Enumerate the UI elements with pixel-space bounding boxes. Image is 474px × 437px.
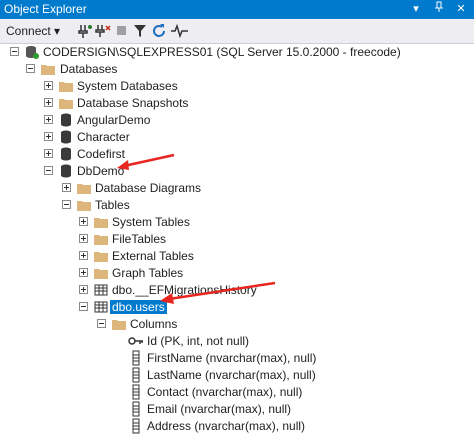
expand-icon[interactable] [79, 268, 88, 277]
tree-node-column-contact[interactable]: Contact (nvarchar(max), null) [0, 384, 474, 400]
tree-node-column-lastname[interactable]: LastName (nvarchar(max), null) [0, 367, 474, 383]
tree-node-column-id[interactable]: Id (PK, int, not null) [0, 333, 474, 349]
tree-node-label: Id (PK, int, not null) [147, 334, 250, 348]
annotation-arrow-dbdemo [117, 153, 175, 170]
tree-node-label: LastName (nvarchar(max), null) [147, 368, 316, 382]
tree-node-character[interactable]: Character [0, 129, 474, 145]
folder-icon [40, 61, 56, 77]
disconnect-icon[interactable] [94, 22, 112, 40]
tree-node-external-tables[interactable]: External Tables [0, 248, 474, 264]
annotation-arrow-dbo-users [160, 281, 276, 304]
title-bar: Object Explorer ▾ ✕ [0, 0, 474, 19]
server-icon [24, 44, 40, 60]
tree-node-column-firstname[interactable]: FirstName (nvarchar(max), null) [0, 350, 474, 366]
pin-icon[interactable] [432, 1, 446, 17]
stop-icon[interactable] [113, 22, 131, 40]
expand-icon[interactable] [79, 217, 88, 226]
folder-icon [76, 197, 92, 213]
column-icon [128, 418, 144, 434]
tree-node-angulardemo[interactable]: AngularDemo [0, 112, 474, 128]
column-icon [128, 350, 144, 366]
collapse-icon[interactable] [44, 166, 53, 175]
folder-icon [58, 95, 74, 111]
tree-node-column-address[interactable]: Address (nvarchar(max), null) [0, 406, 474, 434]
expand-icon[interactable] [62, 183, 71, 192]
tree-node-system-databases[interactable]: System Databases [0, 78, 474, 94]
table-icon [93, 299, 109, 315]
folder-icon [111, 316, 127, 332]
tree-node-label: Contact (nvarchar(max), null) [147, 385, 303, 399]
tree-node-label: System Tables [112, 215, 190, 229]
dropdown-icon[interactable]: ▾ [409, 1, 423, 17]
column-icon [128, 367, 144, 383]
expand-icon[interactable] [79, 251, 88, 260]
folder-icon [93, 265, 109, 281]
collapse-icon[interactable] [10, 47, 19, 56]
tree-node-graph-tables[interactable]: Graph Tables [0, 265, 474, 281]
tree-node-codefirst[interactable]: Codefirst [0, 146, 474, 162]
refresh-icon[interactable] [150, 22, 168, 40]
object-explorer-tree: CODERSIGN\SQLEXPRESS01 (SQL Server 15.0.… [0, 44, 474, 434]
tree-node-label: CODERSIGN\SQLEXPRESS01 (SQL Server 15.0.… [43, 45, 401, 59]
expand-icon[interactable] [44, 98, 53, 107]
tree-node-databases[interactable]: Databases [0, 61, 474, 77]
tree-node-database-snapshots[interactable]: Database Snapshots [0, 95, 474, 111]
expand-icon[interactable] [44, 81, 53, 90]
expand-icon[interactable] [44, 132, 53, 141]
connect-icon[interactable] [76, 22, 94, 40]
folder-icon [93, 231, 109, 247]
database-icon [58, 112, 74, 128]
collapse-icon[interactable] [97, 319, 106, 328]
tree-node-tables[interactable]: Tables [0, 197, 474, 213]
collapse-icon[interactable] [62, 200, 71, 209]
folder-icon [93, 248, 109, 264]
expand-icon[interactable] [44, 149, 53, 158]
tree-node-label: Databases [60, 62, 118, 76]
tree-node-label: Graph Tables [112, 266, 184, 280]
expand-icon[interactable] [79, 234, 88, 243]
expand-icon[interactable] [79, 285, 88, 294]
tree-node-filetables[interactable]: FileTables [0, 231, 474, 247]
collapse-icon[interactable] [79, 302, 88, 311]
tree-node-columns[interactable]: Columns [0, 316, 474, 332]
table-icon [93, 282, 109, 298]
tree-node-label: FirstName (nvarchar(max), null) [147, 351, 317, 365]
tree-node-label: AngularDemo [77, 113, 151, 127]
tree-node-label: Columns [130, 317, 178, 331]
tree-node-dbdemo[interactable]: DbDemo [0, 163, 474, 179]
close-icon[interactable]: ✕ [454, 1, 468, 17]
database-icon [58, 163, 74, 179]
folder-icon [76, 180, 92, 196]
expand-icon[interactable] [44, 115, 53, 124]
tree-node-label: External Tables [112, 249, 194, 263]
folder-icon [93, 214, 109, 230]
tree-node-label: Database Diagrams [95, 181, 202, 195]
connect-button[interactable]: Connect ▾ [6, 22, 60, 40]
folder-icon [58, 78, 74, 94]
tree-node-label: Address (nvarchar(max), null) [147, 419, 306, 433]
panel-title: Object Explorer [4, 2, 87, 16]
tree-node-label: System Databases [77, 79, 178, 93]
tree-node-server[interactable]: CODERSIGN\SQLEXPRESS01 (SQL Server 15.0.… [0, 44, 474, 60]
database-icon [58, 146, 74, 162]
tree-node-label: FileTables [112, 232, 167, 246]
tree-node-label: Tables [95, 198, 130, 212]
tree-node-system-tables[interactable]: System Tables [0, 214, 474, 230]
collapse-icon[interactable] [26, 64, 35, 73]
tree-node-database-diagrams[interactable]: Database Diagrams [0, 180, 474, 196]
filter-icon[interactable] [131, 22, 149, 40]
tree-node-label: Database Snapshots [77, 96, 189, 110]
toolbar: Connect ▾ [0, 19, 474, 44]
database-icon [58, 129, 74, 145]
key-icon [128, 333, 144, 349]
activity-monitor-icon[interactable] [170, 22, 190, 40]
column-icon [128, 384, 144, 400]
tree-node-label: Character [77, 130, 130, 144]
